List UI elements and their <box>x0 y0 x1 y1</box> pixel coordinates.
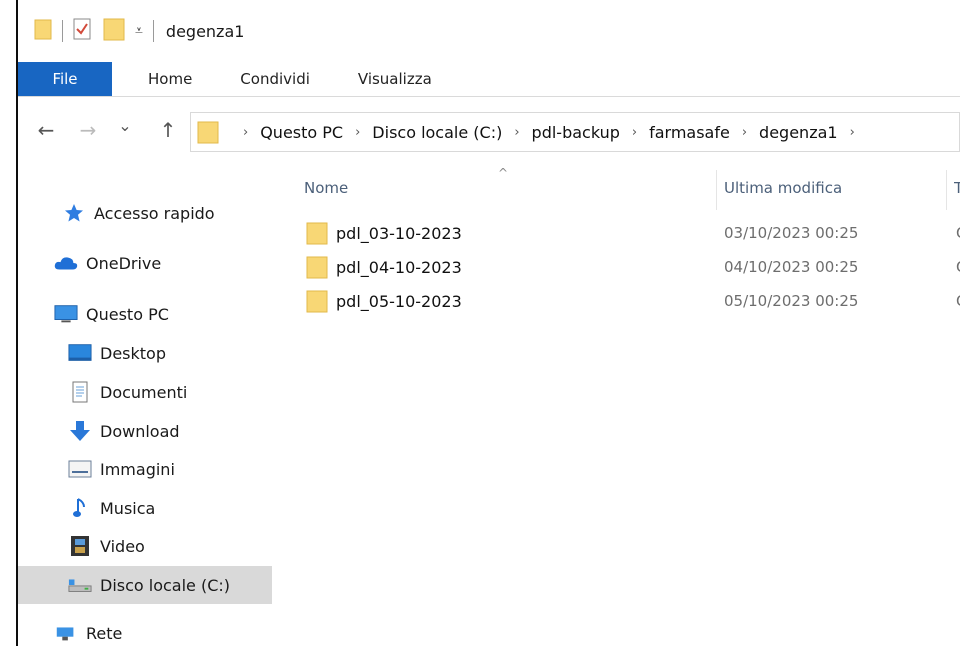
desktop-icon <box>68 343 92 363</box>
column-header-type[interactable]: T <box>954 166 960 210</box>
folder-icon <box>306 254 328 280</box>
properties-icon[interactable] <box>73 18 91 44</box>
recent-locations-button[interactable]: ⌄ <box>116 116 134 135</box>
sidebar-item-label: Questo PC <box>86 304 169 324</box>
address-folder-icon <box>197 119 219 145</box>
tab-file[interactable]: File <box>18 62 112 96</box>
file-type-clipped: C <box>956 292 960 310</box>
breadcrumb-degenza1[interactable]: degenza1 <box>759 123 838 142</box>
toolbar-divider <box>62 20 63 42</box>
column-header-name[interactable]: Nome <box>304 166 716 210</box>
sidebar-item-label: Desktop <box>100 343 166 363</box>
file-modified: 05/10/2023 00:25 <box>724 292 859 310</box>
column-header-modified[interactable]: Ultima modifica <box>724 166 944 210</box>
download-arrow-icon <box>68 421 92 441</box>
sidebar-item-label: Documenti <box>100 382 188 402</box>
tab-visualizza[interactable]: Visualizza <box>334 62 456 96</box>
up-button[interactable]: ↑ <box>156 118 180 142</box>
breadcrumb-pdl-backup[interactable]: pdl-backup <box>532 123 620 142</box>
breadcrumb-questo-pc[interactable]: Questo PC <box>260 123 343 142</box>
toolbar-divider <box>152 20 154 42</box>
sidebar-item-label: Accesso rapido <box>94 203 215 223</box>
file-name: pdl_05-10-2023 <box>336 291 462 311</box>
title-bar: ⩡ degenza1 <box>18 0 960 62</box>
sidebar-item-immagini[interactable]: Immagini <box>18 450 272 488</box>
breadcrumb-chevron-icon[interactable]: › <box>742 125 747 140</box>
breadcrumb-chevron-icon[interactable]: › <box>243 125 248 140</box>
file-type-clipped: C <box>956 258 960 276</box>
monitor-icon <box>54 304 78 324</box>
navigation-pane: Accesso rapido OneDrive Questo PC Deskto… <box>18 166 272 646</box>
sidebar-item-label: Disco locale (C:) <box>100 575 231 595</box>
column-divider[interactable] <box>946 170 947 210</box>
film-icon <box>68 536 92 556</box>
breadcrumb-chevron-icon[interactable]: › <box>632 125 637 140</box>
sidebar-item-rete[interactable]: Rete <box>18 618 272 646</box>
cloud-icon <box>54 253 78 273</box>
address-bar[interactable]: › Questo PC › Disco locale (C:) › pdl-ba… <box>190 112 960 152</box>
tab-condividi[interactable]: Condividi <box>216 62 334 96</box>
navigation-bar: ← → ⌄ ↑ › Questo PC › Disco locale (C:) … <box>18 98 960 166</box>
breadcrumb-chevron-icon[interactable]: › <box>850 125 855 140</box>
column-divider[interactable] <box>716 170 717 210</box>
file-name: pdl_03-10-2023 <box>336 223 462 243</box>
sidebar-item-label: Video <box>100 536 145 556</box>
new-folder-icon[interactable] <box>103 16 125 46</box>
breadcrumb-disco-locale[interactable]: Disco locale (C:) <box>372 123 502 142</box>
image-icon <box>68 459 92 479</box>
folder-icon <box>306 220 328 246</box>
window-title: degenza1 <box>165 21 245 41</box>
forward-button[interactable]: → <box>76 118 100 142</box>
sidebar-item-accesso-rapido[interactable]: Accesso rapido <box>18 194 272 232</box>
document-icon <box>68 381 92 403</box>
folder-icon <box>306 288 328 314</box>
breadcrumb-farmasafe[interactable]: farmasafe <box>649 123 730 142</box>
file-modified: 04/10/2023 00:25 <box>724 258 859 276</box>
customize-toolbar-icon[interactable]: ⩡ <box>135 23 143 39</box>
network-icon <box>54 623 78 643</box>
sidebar-item-download[interactable]: Download <box>18 412 272 450</box>
sidebar-item-desktop[interactable]: Desktop <box>18 334 272 372</box>
ribbon-tabs: File Home Condividi Visualizza <box>18 62 960 97</box>
folder-icon <box>34 17 52 45</box>
back-button[interactable]: ← <box>34 118 58 142</box>
drive-icon <box>68 575 92 595</box>
music-note-icon <box>68 498 92 518</box>
file-name: pdl_04-10-2023 <box>336 257 462 277</box>
breadcrumb-chevron-icon[interactable]: › <box>514 125 519 140</box>
sidebar-item-label: Download <box>100 421 180 441</box>
table-row[interactable]: pdl_05-10-2023 05/10/2023 00:25 C <box>306 284 960 318</box>
table-row[interactable]: pdl_03-10-2023 03/10/2023 00:25 C <box>306 216 960 250</box>
sidebar-item-onedrive[interactable]: OneDrive <box>18 244 272 282</box>
sidebar-item-disco-locale[interactable]: Disco locale (C:) <box>18 566 272 604</box>
tab-home[interactable]: Home <box>112 62 216 96</box>
sidebar-item-label: OneDrive <box>86 253 162 273</box>
sidebar-item-label: Immagini <box>100 459 175 479</box>
file-list: ^ Nome Ultima modifica T pdl_03-10-2023 … <box>272 166 960 646</box>
sidebar-item-documenti[interactable]: Documenti <box>18 373 272 411</box>
file-type-clipped: C <box>956 224 960 242</box>
window-left-border <box>0 0 18 646</box>
sidebar-item-musica[interactable]: Musica <box>18 489 272 527</box>
star-icon <box>62 203 86 223</box>
sidebar-item-label: Rete <box>86 623 123 643</box>
quick-access-toolbar: ⩡ degenza1 <box>34 16 244 46</box>
table-row[interactable]: pdl_04-10-2023 04/10/2023 00:25 C <box>306 250 960 284</box>
file-explorer-window: ⩡ degenza1 File Home Condividi Visualizz… <box>18 0 960 646</box>
sidebar-item-label: Musica <box>100 498 156 518</box>
sidebar-item-questo-pc[interactable]: Questo PC <box>18 295 272 333</box>
sidebar-item-video[interactable]: Video <box>18 527 272 565</box>
file-modified: 03/10/2023 00:25 <box>724 224 859 242</box>
breadcrumb-chevron-icon[interactable]: › <box>355 125 360 140</box>
